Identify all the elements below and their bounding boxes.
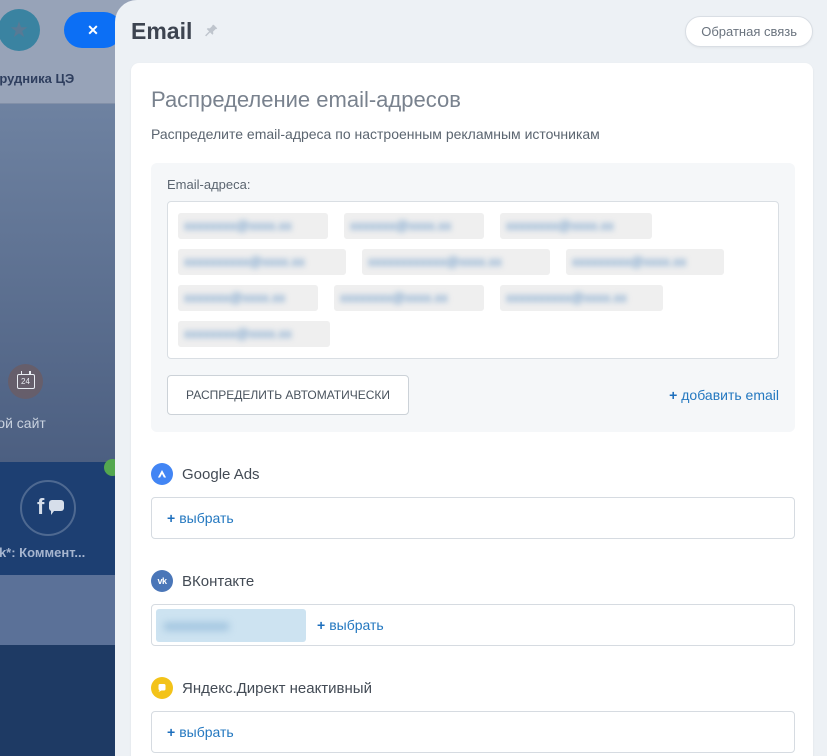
email-distribution-card: Распределение email-адресов Распределите… [131,63,813,756]
yandex-direct-icon [151,677,173,699]
email-panel: Email Обратная связь Распределение email… [115,0,827,756]
facebook-comments-icon: f [20,480,76,536]
sidebar-site-label: вой сайт [0,415,46,431]
calendar-icon[interactable]: 24 [8,364,43,399]
sidebar-facebook-label: ok*: Коммент... [0,545,85,560]
email-chip[interactable]: xxxxxxx@xxxx.xx [344,213,484,239]
close-button[interactable]: ✕ [64,12,122,48]
plus-icon: + [167,510,175,526]
source-select-box[interactable]: +выбрать [151,711,795,753]
select-link[interactable]: +выбрать [167,510,234,526]
source-name: Google Ads [182,466,260,483]
google-ads-icon [151,463,173,485]
email-chip[interactable]: xxxxxxxx@xxxx.xx [178,213,328,239]
source-name: Яндекс.Директ неактивный [182,680,372,697]
select-link[interactable]: +выбрать [167,724,234,740]
source-section-яндекс-директ-неактивный: Яндекс.Директ неактивный +выбрать [151,677,795,753]
vk-icon: vk [151,570,173,592]
app-window: ★ ✕ трудника ЦЭ 24 вой сайт f ok*: Комме… [0,0,827,756]
email-chip[interactable]: xxxxxxxxxx@xxxx.xx [178,249,346,275]
plus-icon: + [669,387,677,403]
plus-icon: + [167,724,175,740]
email-addresses-label: Email-адреса: [167,177,779,192]
distribute-automatically-button[interactable]: РАСПРЕДЕЛИТЬ АВТОМАТИЧЕСКИ [167,375,409,415]
panel-header: Email Обратная связь [115,0,827,47]
selected-audience-chip[interactable]: xxxxxxxxxx [156,609,306,642]
email-chip[interactable]: xxxxxxxxxxxx@xxxx.xx [362,249,550,275]
email-chip[interactable]: xxxxxxxx@xxxx.xx [334,285,484,311]
email-chip[interactable]: xxxxxxxxxx@xxxx.xx [500,285,663,311]
ad-sources-list: Google Ads +выбрать vk ВКонтакте xxxxxxxxxx +… [151,463,795,753]
source-header: Google Ads [151,463,795,485]
source-select-box[interactable]: xxxxxxxxxx +выбрать [151,604,795,646]
feedback-button[interactable]: Обратная связь [685,16,813,47]
star-icon[interactable]: ★ [0,9,40,51]
email-chip[interactable]: xxxxxxxxx@xxxx.xx [566,249,724,275]
source-name: ВКонтакте [182,573,254,590]
source-select-box[interactable]: +выбрать [151,497,795,539]
email-chip[interactable]: xxxxxxx@xxxx.xx [178,285,318,311]
source-section-вконтакте: vk ВКонтакте xxxxxxxxxx +выбрать [151,570,795,646]
select-link[interactable]: +выбрать [317,617,384,633]
sidebar-top-label: трудника ЦЭ [0,71,113,86]
card-heading: Распределение email-адресов [151,87,795,113]
comment-bubble-icon [49,500,64,511]
email-chips-box[interactable]: xxxxxxxx@xxxx.xx xxxxxxx@xxxx.xx xxxxxxxx@… [167,201,779,359]
source-header: Яндекс.Директ неактивный [151,677,795,699]
email-chip[interactable]: xxxxxxxx@xxxx.xx [500,213,652,239]
email-chip[interactable]: xxxxxxxx@xxxx.xx [178,321,330,347]
plus-icon: + [317,617,325,633]
calendar-day: 24 [21,377,30,386]
page-title: Email [131,18,192,45]
email-addresses-block: Email-адреса: xxxxxxxx@xxxx.xx xxxxxxx@xx… [151,163,795,432]
add-email-link[interactable]: +добавить email [669,387,779,403]
source-section-google-ads: Google Ads +выбрать [151,463,795,539]
pin-icon[interactable] [202,23,219,40]
close-icon: ✕ [87,22,99,39]
source-header: vk ВКонтакте [151,570,795,592]
email-actions-row: РАСПРЕДЕЛИТЬ АВТОМАТИЧЕСКИ +добавить ema… [167,375,779,415]
card-subheading: Распределите email-адреса по настроенным… [151,126,795,142]
